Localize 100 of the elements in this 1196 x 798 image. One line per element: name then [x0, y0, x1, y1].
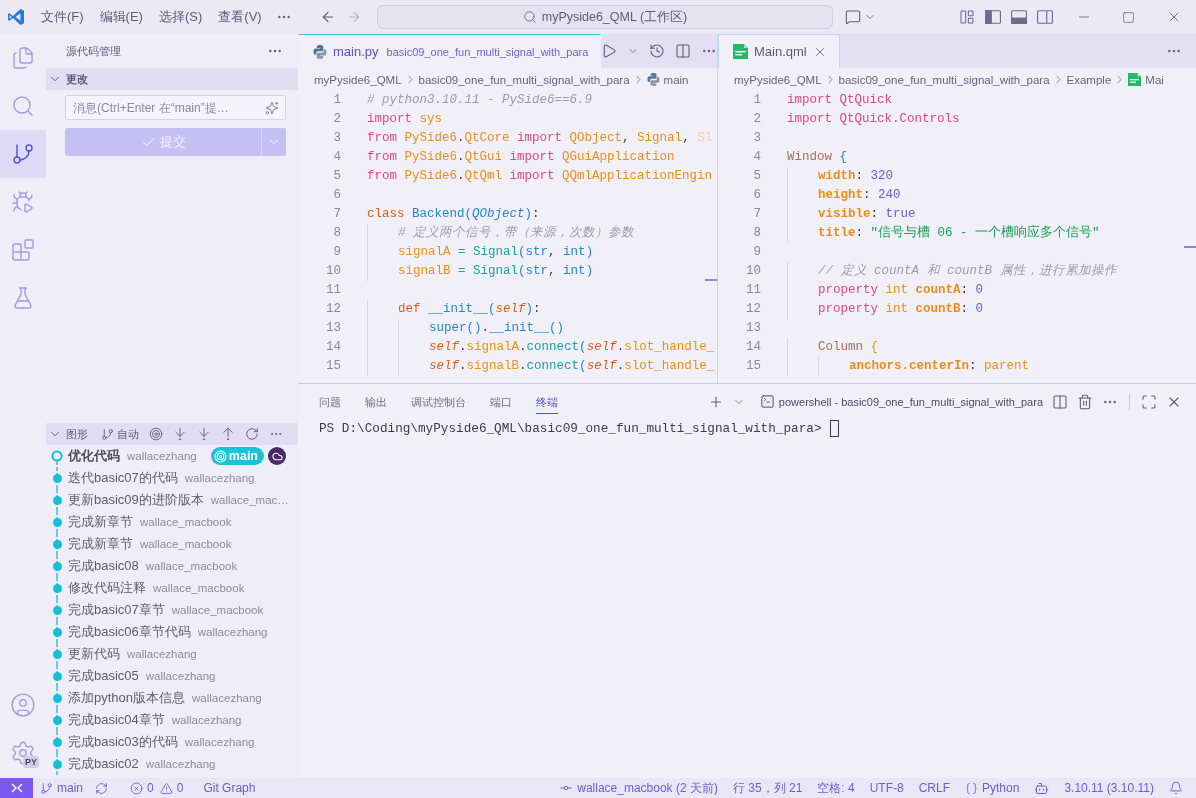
refresh-icon[interactable] [245, 427, 259, 441]
sparkle-icon[interactable] [265, 100, 279, 115]
indentation-status[interactable]: 空格: 4 [817, 779, 855, 797]
bot-icon[interactable] [1034, 780, 1050, 796]
trash-icon[interactable] [1077, 393, 1093, 410]
git-graph-link[interactable]: Git Graph [203, 781, 256, 795]
breadcrumb-item[interactable]: Mai [1128, 73, 1164, 86]
code-line: anchors.centerIn: parent [849, 358, 1031, 375]
commit-message[interactable]: 完成basic08 [68, 557, 139, 575]
menu-item[interactable]: 查看(V) [210, 4, 270, 30]
branch-status[interactable]: main [40, 781, 83, 795]
sync-icon[interactable] [95, 781, 108, 795]
breadcrumb-item[interactable]: basic09_one_fun_multi_signal_with_para [418, 73, 630, 86]
blocks-icon [11, 238, 35, 262]
commit-message[interactable]: 优化代码 [68, 447, 120, 465]
commit-message[interactable]: 完成basic06章节代码 [68, 623, 191, 641]
breadcrumb-item[interactable]: main [646, 73, 689, 86]
commit-message[interactable]: 完成basic07章节 [68, 601, 165, 619]
commit-message[interactable]: 完成新章节 [68, 535, 133, 553]
terminal-selector[interactable]: powershell - basic09_one_fun_multi_signal_with_para [759, 394, 1043, 409]
remote-button[interactable] [0, 778, 33, 798]
line-number: 11 [745, 282, 761, 299]
push-icon[interactable] [221, 427, 235, 441]
pull-icon[interactable] [197, 427, 211, 441]
panel-tab[interactable]: 端口 [490, 389, 512, 414]
line-number: 2 [752, 111, 761, 128]
editor-tab[interactable]: Main.qml [718, 34, 840, 68]
split-editor-icon[interactable] [675, 43, 692, 59]
run-icon[interactable] [601, 43, 618, 59]
layout-icon[interactable] [959, 9, 975, 25]
commit-message[interactable]: 完成新章节 [68, 513, 133, 531]
chat-icon[interactable] [845, 9, 861, 25]
files-icon [11, 46, 35, 70]
line-number: 6 [332, 187, 341, 204]
warnings-status[interactable]: 0 [159, 781, 184, 795]
commit-message-field[interactable]: 消息(Ctrl+Enter 在“main”提… [65, 95, 286, 120]
menu-item[interactable]: 文件(F) [33, 4, 92, 30]
left-panel-icon[interactable] [985, 9, 1001, 25]
maximize-icon[interactable] [1122, 10, 1135, 24]
cursor-position[interactable]: 行 35，列 21 [732, 779, 803, 797]
commit-message[interactable]: 完成basic04章节 [68, 711, 165, 729]
commit-author: wallacezhang [127, 450, 197, 462]
commit-message[interactable]: 完成basic02 [68, 755, 139, 773]
line-number: 7 [332, 206, 341, 223]
line-number: 13 [745, 320, 761, 337]
section-header[interactable]: 更改 [46, 68, 298, 90]
overview-ruler-mark [1184, 246, 1196, 248]
interpreter-status[interactable]: 3.10.11 (3.10.11) [1064, 781, 1154, 795]
split-terminal-icon[interactable] [1052, 393, 1068, 410]
language-badge: PY [23, 756, 39, 768]
commit-message[interactable]: 迭代basic07的代码 [68, 469, 178, 487]
right-panel-icon[interactable] [1037, 9, 1053, 25]
section-header[interactable]: 图形 自动 [46, 423, 298, 445]
menu-item[interactable]: 选择(S) [150, 4, 211, 30]
commit-message[interactable]: 添加python版本信息 [68, 689, 186, 707]
panel-tab[interactable]: 调试控制台 [411, 389, 466, 414]
branch-filter-button[interactable]: 自动 [101, 426, 139, 442]
panel-tab[interactable]: 终端 [536, 389, 558, 414]
maximize-panel-icon[interactable] [1141, 393, 1157, 410]
breadcrumb-item[interactable]: basic09_one_fun_multi_signal_with_para [838, 73, 1050, 86]
panel-tab[interactable]: 输出 [365, 389, 387, 414]
breadcrumb-item[interactable]: myPyside6_QML [734, 73, 822, 86]
language-status[interactable]: Python [965, 781, 1020, 795]
line-number: 7 [752, 206, 761, 223]
line-ending-status[interactable]: CRLF [918, 781, 950, 795]
bottom-panel-icon[interactable] [1011, 9, 1027, 25]
bell-icon[interactable] [1169, 781, 1183, 795]
settings-icon[interactable] [10, 740, 36, 766]
last-commit-status[interactable]: wallace_macbook (2 天前) [559, 779, 718, 797]
code-line: self.signalA.connect(self.slot_handle_ [429, 339, 716, 356]
commit-author: wallacezhang [127, 648, 197, 660]
fetch-icon[interactable] [173, 427, 187, 441]
breadcrumb-item[interactable]: myPyside6_QML [314, 73, 402, 86]
commit-author: wallacezhang [184, 472, 255, 484]
errors-status[interactable]: 0 [130, 781, 154, 795]
commit-message[interactable]: 完成basic05 [68, 667, 139, 685]
line-number: 9 [752, 244, 761, 261]
encoding-status[interactable]: UTF-8 [869, 781, 904, 795]
command-center-search[interactable]: myPyside6_QML (工作区) [377, 5, 833, 29]
breadcrumb-item[interactable]: Example [1066, 73, 1112, 86]
back-arrow-icon[interactable] [320, 9, 336, 25]
code-line: import QtQuick [787, 92, 894, 109]
commit-author: wallace_macbook [171, 604, 264, 616]
line-number: 14 [745, 339, 761, 356]
history-icon[interactable] [649, 43, 666, 59]
panel-tab[interactable]: 问题 [319, 389, 341, 414]
code-line: signalA = Signal(str, int) [398, 244, 595, 261]
menu-item[interactable]: 编辑(E) [91, 4, 151, 30]
editor-tab[interactable]: main.py basic09_one_fun_multi_signal_with_para [298, 34, 602, 68]
code-line: def __init__(self): [398, 301, 542, 318]
target-icon[interactable] [149, 427, 163, 441]
commit-message[interactable]: 完成basic03的代码 [68, 733, 178, 751]
line-number: 8 [752, 225, 761, 242]
account-icon[interactable] [10, 692, 36, 718]
source-control-button[interactable] [0, 130, 46, 178]
commit-message[interactable]: 更新basic09的进阶版本 [68, 491, 204, 509]
commit-message[interactable]: 修改代码注释 [68, 579, 146, 597]
branch-name: main [228, 449, 258, 463]
commit-message[interactable]: 更新代码 [68, 645, 120, 663]
section-title: 图形 [66, 426, 88, 442]
